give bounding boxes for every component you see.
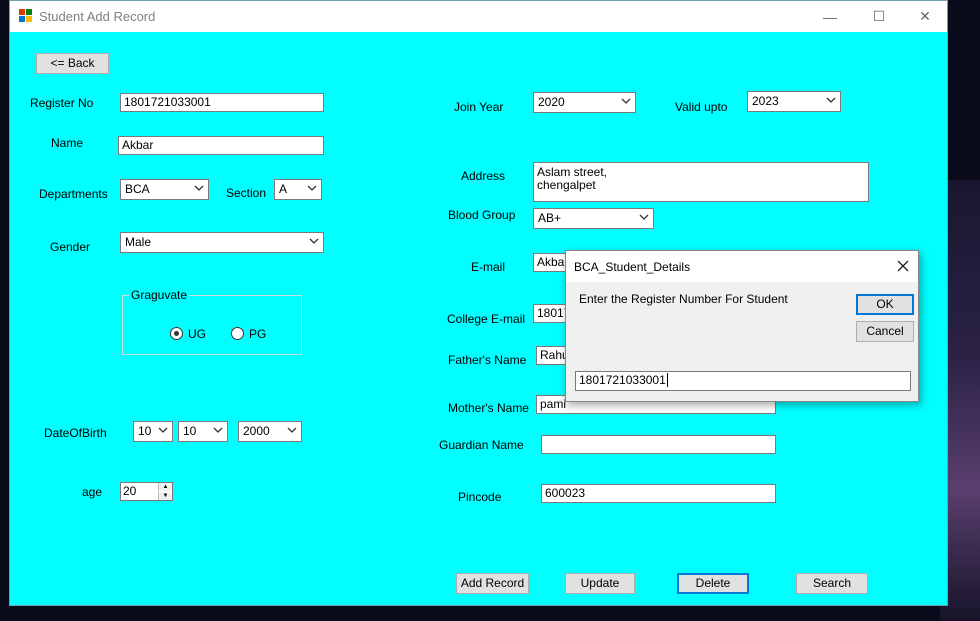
section-value: A: [279, 182, 288, 196]
dob-day-value: 10: [138, 424, 152, 438]
chevron-down-icon: [213, 427, 223, 433]
email-label: E-mail: [471, 260, 506, 274]
father-name-label: Father's Name: [448, 353, 527, 367]
address-textarea[interactable]: Aslam street, chengalpet: [533, 162, 869, 202]
chevron-down-icon: [307, 185, 317, 191]
valid-upto-label: Valid upto: [675, 100, 728, 114]
gender-label: Gender: [50, 240, 91, 254]
section-label: Section: [226, 186, 267, 200]
graduate-group-title: Graguvate: [129, 288, 190, 302]
mother-name-label: Mother's Name: [448, 401, 529, 415]
dialog-input-value: 1801721033001: [579, 373, 666, 387]
ok-button[interactable]: OK: [856, 294, 914, 315]
dob-year-select[interactable]: 2000: [238, 421, 302, 442]
search-button[interactable]: Search: [796, 573, 868, 594]
register-no-input[interactable]: 1801721033001: [120, 93, 324, 112]
dob-day-select[interactable]: 10: [133, 421, 173, 442]
register-number-input[interactable]: 1801721033001: [575, 371, 911, 391]
spin-down-icon[interactable]: ▼: [158, 492, 172, 500]
age-stepper[interactable]: 20 ▲ ▼: [120, 482, 173, 501]
name-input[interactable]: Akbar: [118, 136, 324, 155]
pg-radio[interactable]: [231, 327, 244, 340]
guardian-name-label: Guardian Name: [439, 438, 524, 452]
age-label: age: [82, 485, 103, 499]
title-bar: Student Add Record — ☐ ✕: [10, 1, 947, 32]
update-button[interactable]: Update: [565, 573, 635, 594]
window-title: Student Add Record: [39, 9, 156, 24]
chevron-down-icon: [287, 427, 297, 433]
add-record-button[interactable]: Add Record: [456, 573, 529, 594]
join-year-label: Join Year: [454, 100, 504, 114]
app-icon: [19, 9, 33, 23]
chevron-down-icon: [639, 214, 649, 220]
valid-upto-select[interactable]: 2023: [747, 91, 841, 112]
gender-select[interactable]: Male: [120, 232, 324, 253]
gender-value: Male: [125, 235, 152, 249]
pincode-input[interactable]: 600023: [541, 484, 776, 503]
name-label: Name: [51, 136, 84, 150]
ug-label: UG: [188, 327, 206, 341]
join-year-value: 2020: [538, 95, 565, 109]
dob-label: DateOfBirth: [44, 426, 107, 440]
dob-year-value: 2000: [243, 424, 270, 438]
valid-upto-value: 2023: [752, 94, 779, 108]
chevron-down-icon: [309, 238, 319, 244]
pincode-label: Pincode: [458, 490, 502, 504]
dob-month-value: 10: [183, 424, 197, 438]
back-button[interactable]: <= Back: [36, 53, 109, 74]
blood-group-value: AB+: [538, 211, 562, 225]
maximize-button[interactable]: ☐: [856, 1, 902, 32]
dialog-title: BCA_Student_Details: [574, 260, 691, 274]
section-select[interactable]: A: [274, 179, 322, 200]
age-value: 20: [123, 484, 137, 498]
chevron-down-icon: [158, 427, 168, 433]
blood-group-select[interactable]: AB+: [533, 208, 654, 229]
dob-month-select[interactable]: 10: [178, 421, 228, 442]
minimize-icon: —: [823, 8, 837, 25]
chevron-down-icon: [621, 98, 631, 104]
ug-radio[interactable]: [170, 327, 183, 340]
close-icon[interactable]: [894, 257, 912, 275]
guardian-name-input[interactable]: [541, 435, 776, 454]
department-value: BCA: [125, 182, 150, 196]
cancel-button[interactable]: Cancel: [856, 321, 914, 342]
address-label: Address: [461, 169, 506, 183]
text-cursor: [666, 373, 668, 387]
chevron-down-icon: [194, 185, 204, 191]
blood-group-label: Blood Group: [448, 208, 516, 222]
dialog-prompt: Enter the Register Number For Student: [579, 292, 788, 306]
delete-button[interactable]: Delete: [677, 573, 749, 594]
close-icon: ✕: [919, 8, 931, 24]
graduate-group: Graguvate UG PG: [122, 288, 302, 355]
close-button[interactable]: ✕: [902, 1, 948, 32]
spin-up-icon[interactable]: ▲: [158, 483, 172, 491]
dialog-title-bar: BCA_Student_Details: [566, 251, 918, 282]
departments-label: Departments: [39, 187, 108, 201]
address-line-2: chengalpet: [537, 178, 596, 192]
maximize-icon: ☐: [872, 8, 886, 24]
register-number-dialog: BCA_Student_Details Enter the Register N…: [565, 250, 919, 402]
chevron-down-icon: [826, 97, 836, 103]
join-year-select[interactable]: 2020: [533, 92, 636, 113]
college-email-label: College E-mail: [447, 312, 526, 326]
pg-label: PG: [249, 327, 267, 341]
minimize-button[interactable]: —: [807, 1, 853, 32]
register-no-label: Register No: [30, 96, 94, 110]
department-select[interactable]: BCA: [120, 179, 209, 200]
